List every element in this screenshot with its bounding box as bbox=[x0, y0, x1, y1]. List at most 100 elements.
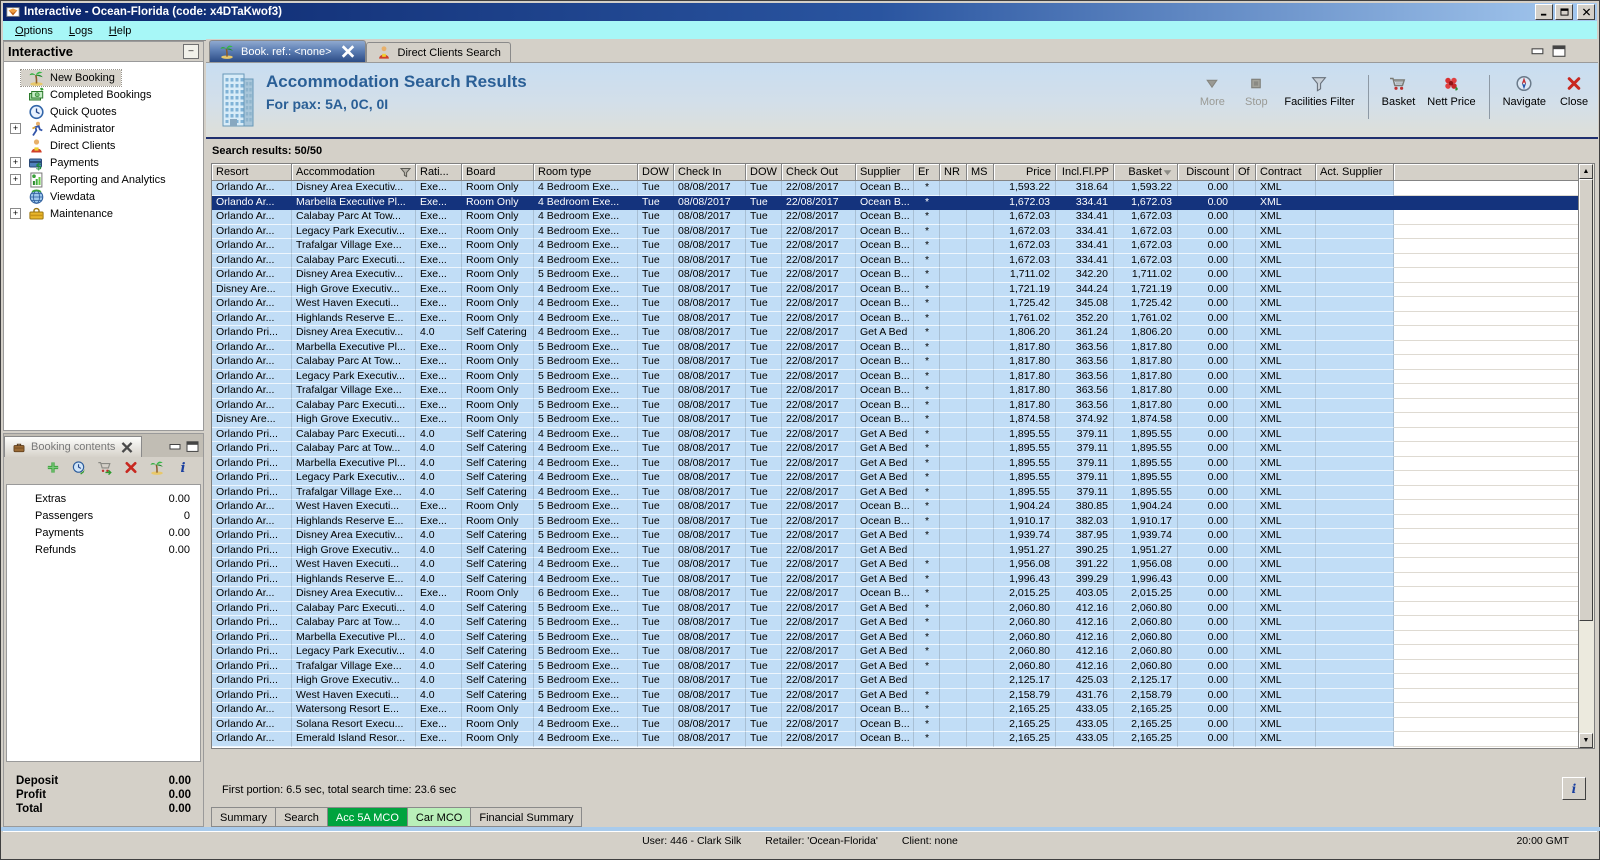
table-row[interactable]: Orlando Ar...Calabay Parc At Tow...Exe..… bbox=[212, 210, 1578, 225]
expand-icon[interactable]: + bbox=[10, 174, 21, 185]
table-row[interactable]: Orlando Ar...Solana Resort Execu...Exe..… bbox=[212, 718, 1578, 733]
mdi-maximize-icon[interactable] bbox=[1552, 45, 1566, 57]
table-row[interactable]: Orlando Ar...Trafalgar Village Exe...Exe… bbox=[212, 239, 1578, 254]
column-header-accommodation[interactable]: Accommodation bbox=[292, 164, 416, 181]
column-header-contract[interactable]: Contract bbox=[1256, 164, 1316, 181]
column-header-price[interactable]: Price bbox=[994, 164, 1056, 181]
column-header-supplier[interactable]: Supplier bbox=[856, 164, 914, 181]
column-header-basket[interactable]: Basket bbox=[1114, 164, 1178, 181]
menu-logs[interactable]: Logs bbox=[61, 23, 101, 39]
table-row[interactable]: Orlando Ar...West Haven Executi...Exe...… bbox=[212, 500, 1578, 515]
booking-row-refunds[interactable]: Refunds0.00 bbox=[7, 541, 200, 558]
table-row[interactable]: Disney Are...High Grove Executiv...Exe..… bbox=[212, 283, 1578, 298]
table-row[interactable]: Orlando Pri...Calabay Parc at Tow...4.0S… bbox=[212, 442, 1578, 457]
booking-row-payments[interactable]: Payments0.00 bbox=[7, 524, 200, 541]
nett-price-button[interactable]: Nett Price bbox=[1427, 75, 1475, 119]
table-row[interactable]: Orlando Ar...Marbella Executive Pl...Exe… bbox=[212, 341, 1578, 356]
panel-maximize-icon[interactable] bbox=[186, 441, 199, 452]
table-row[interactable]: Orlando Ar...Calabay Parc At Tow...Exe..… bbox=[212, 355, 1578, 370]
table-row[interactable]: Orlando Ar...Trafalgar Village Exe...Exe… bbox=[212, 384, 1578, 399]
scroll-up-button[interactable]: ▲ bbox=[1579, 164, 1593, 179]
menu-options[interactable]: Options bbox=[7, 23, 61, 39]
sidebar-item-completed-bookings[interactable]: Completed Bookings bbox=[4, 86, 203, 103]
maximize-button[interactable] bbox=[1555, 4, 1573, 20]
table-row[interactable]: Orlando Pri...Calabay Parc Executi...4.0… bbox=[212, 428, 1578, 443]
bottom-tab-search[interactable]: Search bbox=[276, 807, 328, 827]
column-header-rating[interactable]: Rati... bbox=[416, 164, 462, 181]
close-button[interactable]: Close bbox=[1558, 75, 1590, 119]
info-button[interactable]: i bbox=[175, 460, 191, 480]
sidebar-item-new-booking[interactable]: New Booking bbox=[4, 69, 203, 86]
menu-help[interactable]: Help bbox=[101, 23, 140, 39]
column-header-incl_fl_pp[interactable]: Incl.Fl.PP bbox=[1056, 164, 1114, 181]
table-row[interactable]: Orlando Ar...Emerald Island Resor...Exe.… bbox=[212, 732, 1578, 747]
column-header-discount[interactable]: Discount bbox=[1178, 164, 1234, 181]
sidebar-item-payments[interactable]: +$Payments bbox=[4, 154, 203, 171]
column-header-ms[interactable]: MS bbox=[967, 164, 994, 181]
bottom-tab-financial-summary[interactable]: Financial Summary bbox=[471, 807, 582, 827]
table-row[interactable]: Orlando Pri...Trafalgar Village Exe...4.… bbox=[212, 660, 1578, 675]
table-row[interactable]: Orlando Pri...Calabay Parc at Tow...4.0S… bbox=[212, 616, 1578, 631]
table-row[interactable]: Orlando Pri...Trafalgar Village Exe...4.… bbox=[212, 486, 1578, 501]
table-row[interactable]: Orlando Pri...Legacy Park Executiv...4.0… bbox=[212, 471, 1578, 486]
table-row[interactable]: Orlando Pri...Calabay Parc Executi...4.0… bbox=[212, 602, 1578, 617]
tab-book-ref-none[interactable]: Book. ref.: <none> bbox=[209, 40, 366, 62]
table-row[interactable]: Disney Are...High Grove Executiv...Exe..… bbox=[212, 413, 1578, 428]
booking-row-extras[interactable]: Extras0.00 bbox=[7, 490, 200, 507]
table-row[interactable]: Orlando Pri...Legacy Park Executiv...4.0… bbox=[212, 645, 1578, 660]
column-header-of[interactable]: Of bbox=[1234, 164, 1256, 181]
scroll-down-button[interactable]: ▼ bbox=[1579, 733, 1593, 748]
tab-close-icon[interactable] bbox=[340, 44, 356, 59]
mdi-minimize-icon[interactable] bbox=[1531, 45, 1545, 57]
navigate-button[interactable]: Navigate bbox=[1503, 75, 1546, 119]
column-header-dow_out[interactable]: DOW bbox=[746, 164, 782, 181]
sidebar-item-maintenance[interactable]: +Maintenance bbox=[4, 205, 203, 222]
table-row[interactable]: Orlando Ar...Highlands Reserve E...Exe..… bbox=[212, 312, 1578, 327]
move-to-basket-button[interactable] bbox=[97, 460, 113, 480]
basket-button[interactable]: Basket bbox=[1382, 75, 1416, 119]
expand-icon[interactable]: + bbox=[10, 208, 21, 219]
table-row[interactable]: Orlando Pri...Disney Area Executiv...4.0… bbox=[212, 326, 1578, 341]
booking-contents-tab[interactable]: Booking contents bbox=[4, 436, 142, 457]
sidebar-item-viewdata[interactable]: Viewdata bbox=[4, 188, 203, 205]
table-row[interactable]: Orlando Pri...High Grove Executiv...4.0S… bbox=[212, 674, 1578, 689]
close-panel-icon[interactable] bbox=[120, 441, 134, 454]
facilities-filter-button[interactable]: Facilities Filter bbox=[1284, 75, 1354, 119]
holiday-button[interactable] bbox=[149, 460, 165, 480]
sidebar-item-administrator[interactable]: +Administrator bbox=[4, 120, 203, 137]
info-button[interactable]: i bbox=[1562, 777, 1586, 800]
minimize-button[interactable] bbox=[1535, 4, 1553, 20]
table-row[interactable]: Orlando Ar...Legacy Park Executiv...Exe.… bbox=[212, 370, 1578, 385]
scrollbar-thumb[interactable] bbox=[1579, 179, 1593, 621]
table-row[interactable]: Orlando Ar...Disney Area Executiv...Exe.… bbox=[212, 181, 1578, 196]
table-row[interactable]: Orlando Pri...Marbella Executive Pl...4.… bbox=[212, 631, 1578, 646]
table-row[interactable]: Orlando Pri...Disney Area Executiv...4.0… bbox=[212, 529, 1578, 544]
column-header-dow_in[interactable]: DOW bbox=[638, 164, 674, 181]
sidebar-item-quick-quotes[interactable]: Quick Quotes bbox=[4, 103, 203, 120]
column-header-board[interactable]: Board bbox=[462, 164, 534, 181]
more-button[interactable]: More bbox=[1196, 75, 1228, 119]
table-row[interactable]: Orlando Ar...West Haven Executi...Exe...… bbox=[212, 297, 1578, 312]
column-header-resort[interactable]: Resort bbox=[212, 164, 292, 181]
vertical-scrollbar[interactable]: ▲ ▼ bbox=[1578, 164, 1594, 748]
table-row[interactable]: Orlando Ar...Calabay Parc Executi...Exe.… bbox=[212, 254, 1578, 269]
bottom-tab-car-mco[interactable]: Car MCO bbox=[408, 807, 471, 827]
stop-button[interactable]: Stop bbox=[1240, 75, 1272, 119]
sidebar-item-reporting-and-analytics[interactable]: +Reporting and Analytics bbox=[4, 171, 203, 188]
table-row[interactable]: Orlando Ar...Watersong Resort E...Exe...… bbox=[212, 703, 1578, 718]
bottom-tab-acc-5a-mco[interactable]: Acc 5A MCO bbox=[328, 807, 408, 827]
delete-button[interactable] bbox=[123, 460, 139, 480]
bottom-tab-summary[interactable]: Summary bbox=[211, 807, 276, 827]
table-row[interactable]: Orlando Ar...Highlands Reserve E...Exe..… bbox=[212, 515, 1578, 530]
table-row[interactable]: Orlando Ar...Legacy Park Executiv...Exe.… bbox=[212, 225, 1578, 240]
sidebar-collapse-button[interactable]: – bbox=[183, 44, 199, 59]
table-row[interactable]: Orlando Ar...Disney Area Executiv...Exe.… bbox=[212, 268, 1578, 283]
column-header-er[interactable]: Er bbox=[914, 164, 940, 181]
expand-icon[interactable]: + bbox=[10, 157, 21, 168]
table-row[interactable]: Orlando Ar...Marbella Executive Pl...Exe… bbox=[212, 196, 1578, 211]
column-header-room_type[interactable]: Room type bbox=[534, 164, 638, 181]
booking-row-passengers[interactable]: Passengers0 bbox=[7, 507, 200, 524]
panel-minimize-icon[interactable] bbox=[169, 441, 182, 452]
table-row[interactable]: Orlando Pri...Marbella Executive Pl...4.… bbox=[212, 457, 1578, 472]
close-button[interactable] bbox=[1577, 4, 1595, 20]
